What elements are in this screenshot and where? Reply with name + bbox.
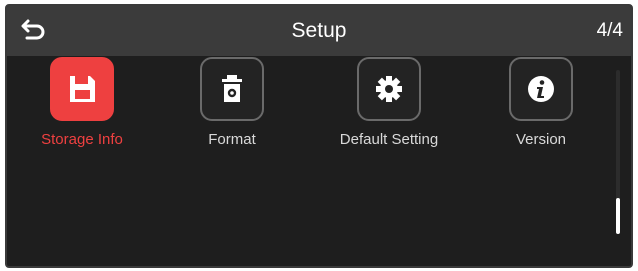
menu-item-storage-info[interactable]: Storage Info — [12, 57, 152, 157]
scrollbar[interactable] — [616, 70, 620, 234]
gear-icon — [376, 76, 402, 102]
menu-item-version[interactable]: Version — [471, 57, 611, 157]
info-icon — [528, 76, 554, 102]
trash-gear-icon — [222, 75, 242, 102]
page-title: Setup — [291, 19, 347, 42]
format-label: Format — [208, 131, 256, 148]
menu-item-default-setting[interactable]: Default Setting — [319, 57, 459, 157]
storage-info-button[interactable] — [50, 57, 114, 121]
default-setting-label: Default Setting — [339, 131, 439, 148]
scrollbar-thumb[interactable] — [616, 198, 620, 234]
header-bar: Setup 4/4 — [7, 6, 631, 56]
version-button[interactable] — [509, 57, 573, 121]
setup-screen: Setup 4/4 Storage Info Format Default Se… — [5, 4, 633, 268]
default-setting-button[interactable] — [357, 57, 421, 121]
format-button[interactable] — [200, 57, 264, 121]
menu-item-format[interactable]: Format — [162, 57, 302, 157]
page-indicator: 4/4 — [596, 20, 623, 41]
version-label: Version — [515, 131, 567, 148]
save-icon — [70, 76, 95, 102]
storage-info-label: Storage Info — [41, 131, 123, 148]
